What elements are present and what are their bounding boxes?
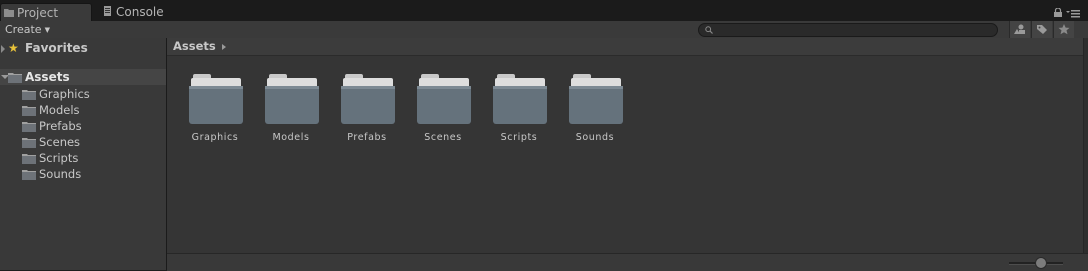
star-icon — [1058, 24, 1070, 35]
asset-folder-label: Graphics — [191, 132, 239, 143]
console-icon — [104, 6, 111, 16]
tree-item-assets[interactable]: Assets — [0, 69, 166, 85]
asset-folder-graphics[interactable]: Graphics — [180, 74, 250, 154]
tree-item-prefabs[interactable]: Prefabs — [0, 118, 166, 134]
tree-item-assets-label: Assets — [25, 70, 70, 84]
tree-item-graphics[interactable]: Graphics — [0, 86, 166, 102]
search-icon — [705, 26, 713, 34]
breadcrumb: Assets — [167, 38, 1083, 56]
tree-item-sounds[interactable]: Sounds — [0, 166, 166, 182]
tree-item-scenes[interactable]: Scenes — [0, 134, 166, 150]
asset-folder-label: Scripts — [500, 132, 538, 143]
tree-item-scripts[interactable]: Scripts — [0, 150, 166, 166]
search-input[interactable] — [717, 24, 987, 36]
status-bar — [167, 253, 1088, 271]
search-by-type-button[interactable] — [1009, 21, 1030, 38]
breadcrumb-arrow-icon — [222, 44, 226, 50]
zoom-slider-thumb[interactable] — [1035, 257, 1047, 269]
tree-item-label: Scenes — [39, 135, 81, 149]
favorites-label: Favorites — [25, 41, 88, 55]
folder-icon — [22, 170, 36, 180]
tab-project-label: Project — [17, 6, 59, 20]
tree-item-label: Graphics — [39, 87, 90, 101]
tree-item-label: Sounds — [39, 167, 82, 181]
asset-folder-prefabs[interactable]: Prefabs — [332, 74, 402, 154]
project-folder-icon — [4, 9, 14, 17]
tree-item-label: Prefabs — [39, 119, 82, 133]
folder-tree: ★ Favorites Assets Graphics Models Prefa… — [0, 38, 166, 270]
large-folder-icon — [493, 74, 547, 124]
tree-item-models[interactable]: Models — [0, 102, 166, 118]
asset-folder-scenes[interactable]: Scenes — [408, 74, 478, 154]
star-icon: ★ — [8, 41, 19, 55]
asset-browser: Assets Graphics Models Prefabs Scenes Sc… — [167, 38, 1088, 271]
tree-item-label: Models — [39, 103, 80, 117]
large-folder-icon — [341, 74, 395, 124]
large-folder-icon — [189, 74, 243, 124]
tab-project[interactable]: Project — [0, 3, 92, 22]
favorite-search-button[interactable] — [1053, 21, 1074, 38]
tab-console-label: Console — [116, 5, 164, 19]
search-field[interactable] — [698, 23, 998, 37]
expand-arrow-icon[interactable] — [1, 45, 5, 53]
folder-icon — [22, 154, 36, 164]
breadcrumb-assets[interactable]: Assets — [173, 38, 216, 55]
tab-console[interactable]: Console — [100, 3, 180, 21]
large-folder-icon — [569, 74, 623, 124]
folder-icon — [8, 73, 22, 83]
create-label: Create — [5, 23, 42, 36]
create-dropdown[interactable]: Create ▼ — [5, 21, 50, 38]
vertical-scrollbar[interactable] — [1083, 38, 1088, 253]
asset-folder-models[interactable]: Models — [256, 74, 326, 154]
large-folder-icon — [265, 74, 319, 124]
project-toolbar: Create ▼ — [0, 21, 1088, 39]
search-by-label-button[interactable] — [1031, 21, 1052, 38]
asset-folder-label: Prefabs — [347, 132, 387, 143]
panel-menu-icon[interactable] — [1066, 8, 1080, 18]
window-tab-bar: Project Console — [0, 0, 1088, 22]
folder-icon — [22, 138, 36, 148]
asset-folder-label: Models — [272, 132, 310, 143]
tag-icon — [1037, 25, 1047, 34]
folder-icon — [22, 106, 36, 116]
tree-item-label: Scripts — [39, 151, 79, 165]
folder-icon — [22, 122, 36, 132]
asset-folder-label: Scenes — [424, 132, 462, 143]
search-by-type-icon — [1014, 24, 1025, 34]
lock-icon[interactable] — [1054, 8, 1062, 17]
large-folder-icon — [417, 74, 471, 124]
chevron-down-icon: ▼ — [44, 26, 50, 34]
folder-icon — [22, 90, 36, 100]
asset-folder-sounds[interactable]: Sounds — [560, 74, 630, 154]
asset-folder-scripts[interactable]: Scripts — [484, 74, 554, 154]
asset-folder-label: Sounds — [575, 132, 615, 143]
